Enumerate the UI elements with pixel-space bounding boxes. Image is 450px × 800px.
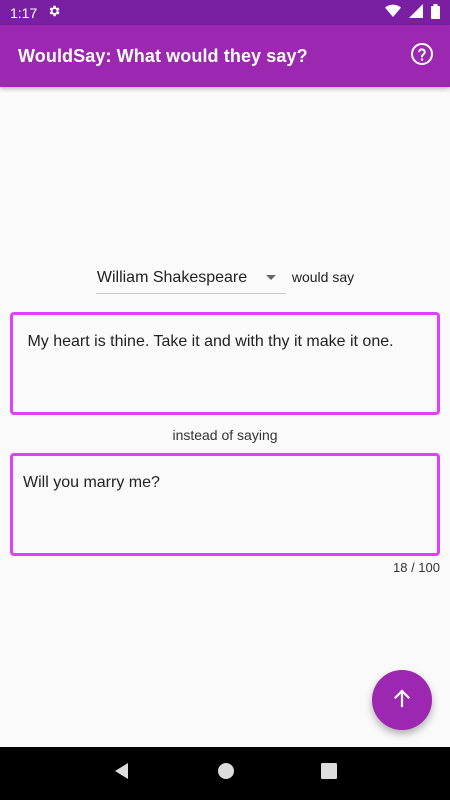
character-counter: 18 / 100 [393, 560, 440, 575]
signal-icon [409, 4, 423, 21]
navigation-bar [0, 747, 450, 800]
input-text-value: Will you marry me? [23, 474, 160, 491]
input-text-field[interactable]: Will you marry me? [10, 453, 440, 556]
gear-icon [47, 4, 61, 21]
person-dropdown[interactable]: William Shakespeare [95, 262, 286, 294]
caret-down-icon [265, 275, 276, 280]
person-dropdown-value: William Shakespeare [96, 268, 248, 286]
app-bar: WouldSay: What would they say? [0, 25, 450, 87]
back-icon[interactable] [113, 762, 131, 785]
output-text-box[interactable]: My heart is thine. Take it and with thy … [10, 312, 440, 415]
instead-of-saying-label: instead of saying [172, 427, 278, 443]
output-text: My heart is thine. Take it and with thy … [23, 333, 394, 350]
recents-icon[interactable] [321, 763, 337, 784]
help-circle-icon [410, 42, 434, 71]
battery-icon [431, 3, 440, 22]
person-selector-row: William Shakespeare would say [0, 262, 450, 296]
submit-fab-button[interactable] [372, 670, 432, 730]
help-button[interactable] [406, 40, 438, 72]
status-bar: 1:17 [0, 0, 450, 25]
home-icon[interactable] [217, 762, 235, 785]
status-time: 1:17 [10, 4, 38, 21]
would-say-label: would say [291, 269, 355, 285]
wifi-icon [385, 4, 401, 21]
app-title: WouldSay: What would they say? [18, 45, 308, 66]
arrow-up-icon [390, 686, 414, 715]
